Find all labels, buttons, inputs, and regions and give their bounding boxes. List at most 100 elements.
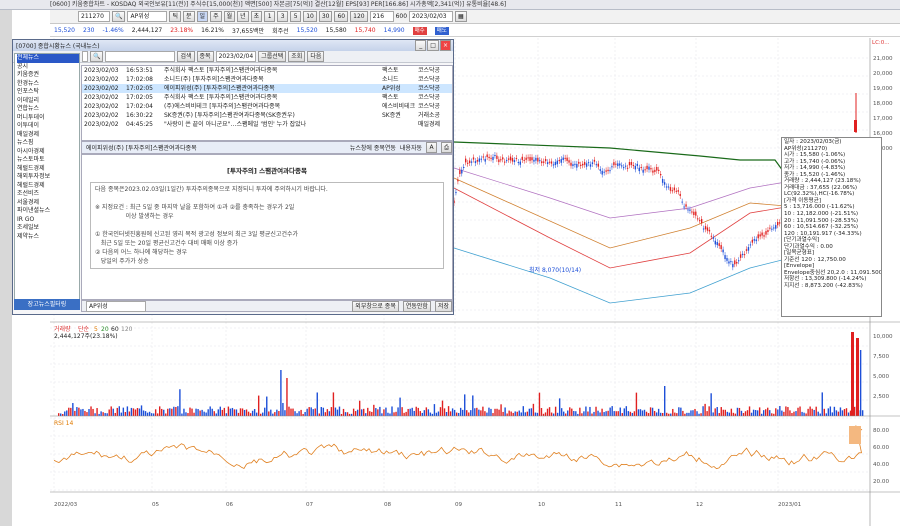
period-month[interactable]: 월: [223, 11, 236, 22]
external-window-button[interactable]: 외부창으로 종목: [352, 300, 399, 312]
candle: [622, 167, 625, 169]
period-tick[interactable]: 틱: [169, 11, 182, 22]
print-icon[interactable]: ⎙: [441, 142, 452, 153]
candle: [609, 170, 611, 172]
candle: [683, 206, 685, 208]
category-item[interactable]: 이투데이: [17, 122, 79, 131]
category-item[interactable]: 머니투데이: [17, 114, 79, 123]
volume-bar: [300, 409, 302, 416]
auto-option[interactable]: 내용자동: [400, 143, 422, 152]
group-select[interactable]: 그룹선택: [258, 51, 287, 62]
save-button[interactable]: 저장: [434, 300, 452, 312]
category-item[interactable]: IR GO: [17, 216, 79, 225]
stock-name-field[interactable]: AP위성: [127, 11, 168, 22]
font-icon[interactable]: A: [426, 142, 437, 153]
news-list[interactable]: 2023/02/03 16:53:51 주식회사 팩스토 [투자주의]스팸관여과다종…: [81, 65, 453, 141]
calendar-icon[interactable]: ▦: [455, 11, 467, 22]
news-window[interactable]: [0700] 종합시황뉴스 (국내뉴스) _ □ × 🔍 검색 종목 2023/…: [12, 39, 454, 315]
category-item[interactable]: 키움증권: [17, 71, 79, 80]
minute-10[interactable]: 10: [303, 11, 317, 22]
news-row[interactable]: 2023/02/03 16:53:51 주식회사 팩스토 [투자주의]스팸관여과다종…: [82, 66, 452, 75]
news-row[interactable]: 2023/02/02 17:02:04 (주)에스비비테크 [투자주의]스팸관여과다…: [82, 102, 452, 111]
period-year[interactable]: 년: [237, 11, 249, 22]
next-button[interactable]: 다음: [307, 51, 325, 62]
sell-button[interactable]: 매도: [434, 26, 449, 35]
search-field-select[interactable]: 종목: [196, 51, 214, 62]
minimize-icon[interactable]: _: [415, 40, 427, 51]
candle: [689, 209, 691, 211]
candle: [626, 167, 629, 169]
category-item[interactable]: 조선비즈: [17, 190, 79, 199]
date-input[interactable]: 2023/02/03: [409, 11, 454, 22]
category-item[interactable]: 매일경제: [17, 131, 79, 140]
date-tick: 2022/03: [54, 502, 78, 508]
news-row[interactable]: 2023/02/02 17:02:08 소니드(주) [투자주의]스팸관여과다종목 소…: [82, 75, 452, 84]
category-item[interactable]: 인포스탁: [17, 88, 79, 97]
volume-bar: [122, 407, 125, 416]
category-item[interactable]: 헤럴드경제: [17, 165, 79, 174]
footer-stock[interactable]: AP위성: [86, 300, 146, 312]
candle: [507, 158, 510, 160]
search-icon[interactable]: 🔍: [90, 51, 104, 62]
category-item[interactable]: 한경뉴스: [17, 80, 79, 89]
candle: [457, 179, 459, 182]
category-item[interactable]: 해외투자정보: [17, 173, 79, 182]
volume-bar: [187, 413, 189, 416]
volume-bar: [268, 411, 270, 416]
news-category-tree[interactable]: 전체뉴스 공시 키움증권 한경뉴스 인포스탁 이데일리 연합뉴스 머니투데이 이투데이 매일경제 뉴…: [14, 53, 80, 309]
volume-bar: [498, 409, 500, 416]
category-item[interactable]: 공시: [17, 63, 79, 72]
news-date-input[interactable]: 2023/02/04: [215, 51, 257, 62]
minute-120[interactable]: 120: [350, 11, 368, 22]
volume-bar: [615, 411, 617, 416]
category-item[interactable]: 헤럴드경제: [17, 182, 79, 191]
category-item[interactable]: 이데일리: [17, 97, 79, 106]
period-week[interactable]: 주: [210, 11, 222, 22]
min-price-label: 최저 8,070(10/14): [529, 266, 581, 274]
minute-1[interactable]: 1: [264, 11, 276, 22]
minute-5[interactable]: 5: [290, 11, 302, 22]
category-item[interactable]: 전체뉴스: [17, 54, 79, 63]
query-button[interactable]: 조회: [288, 51, 306, 62]
category-item[interactable]: 제약뉴스: [17, 233, 79, 242]
search-icon[interactable]: 🔍: [112, 11, 126, 22]
news-window-title: [0700] 종합시황뉴스 (국내뉴스): [16, 43, 100, 50]
volume-bar: [457, 412, 460, 416]
volume-bar: [181, 413, 183, 416]
news-row[interactable]: 2023/02/02 04:45:25 "사랑이 쓴 끝이 아니군요"…스팸메일 '…: [82, 120, 452, 129]
stock-code-input[interactable]: 211270: [78, 11, 110, 22]
stock-filter-input[interactable]: [82, 51, 88, 62]
period-minute[interactable]: 분: [183, 11, 195, 22]
close-icon[interactable]: ×: [439, 40, 451, 51]
buy-button[interactable]: 매수: [412, 26, 427, 35]
volume-bar: [718, 413, 720, 416]
chart-toolbar: 211270 🔍 AP위성 틱 분 일 주 월 년 초 1 3 5 10 30 …: [50, 10, 900, 24]
data-count-input[interactable]: 216: [369, 11, 394, 22]
news-row[interactable]: 2023/02/02 17:02:05 주식회사 팩스토 [투자주의]스팸관여과다종…: [82, 93, 452, 102]
news-row[interactable]: 2023/02/02 16:30:22 SK증권(주) [투자주의]스팸관여과다종목…: [82, 111, 452, 120]
news-filter-button[interactable]: 장고뉴스필터링: [14, 299, 80, 310]
category-item[interactable]: 뉴스핌: [17, 139, 79, 148]
maximize-icon[interactable]: □: [427, 40, 439, 51]
category-item[interactable]: 아시아경제: [17, 148, 79, 157]
keyword-input[interactable]: [105, 51, 176, 62]
period-second[interactable]: 초: [250, 11, 263, 22]
category-item[interactable]: 조세일보: [17, 224, 79, 233]
volume-bar: [688, 412, 690, 416]
link-option[interactable]: 뉴스창에 종목연동: [350, 143, 396, 152]
category-item[interactable]: 연합뉴스: [17, 105, 79, 114]
minute-30[interactable]: 30: [318, 11, 333, 22]
volume-bar: [785, 406, 787, 416]
candle: [658, 169, 660, 171]
price-bar: 15,520 230 -1.46% 2,444,127 23.18% 16.21…: [50, 25, 900, 37]
category-item[interactable]: 파이낸셜뉴스: [17, 207, 79, 216]
volume-bar: [401, 407, 403, 416]
category-item[interactable]: 뉴스토마토: [17, 156, 79, 165]
news-row[interactable]: 2023/02/02 17:02:05 에이피위성(주) [투자주의]스팸관여과다종…: [82, 84, 452, 93]
period-day[interactable]: 일: [196, 11, 209, 22]
minute-3[interactable]: 3: [277, 11, 289, 22]
minute-60[interactable]: 60: [334, 11, 349, 22]
category-item[interactable]: 서울경제: [17, 199, 79, 208]
no-link-button[interactable]: 연동안함: [402, 300, 431, 312]
search-type-button[interactable]: 검색: [177, 51, 195, 62]
